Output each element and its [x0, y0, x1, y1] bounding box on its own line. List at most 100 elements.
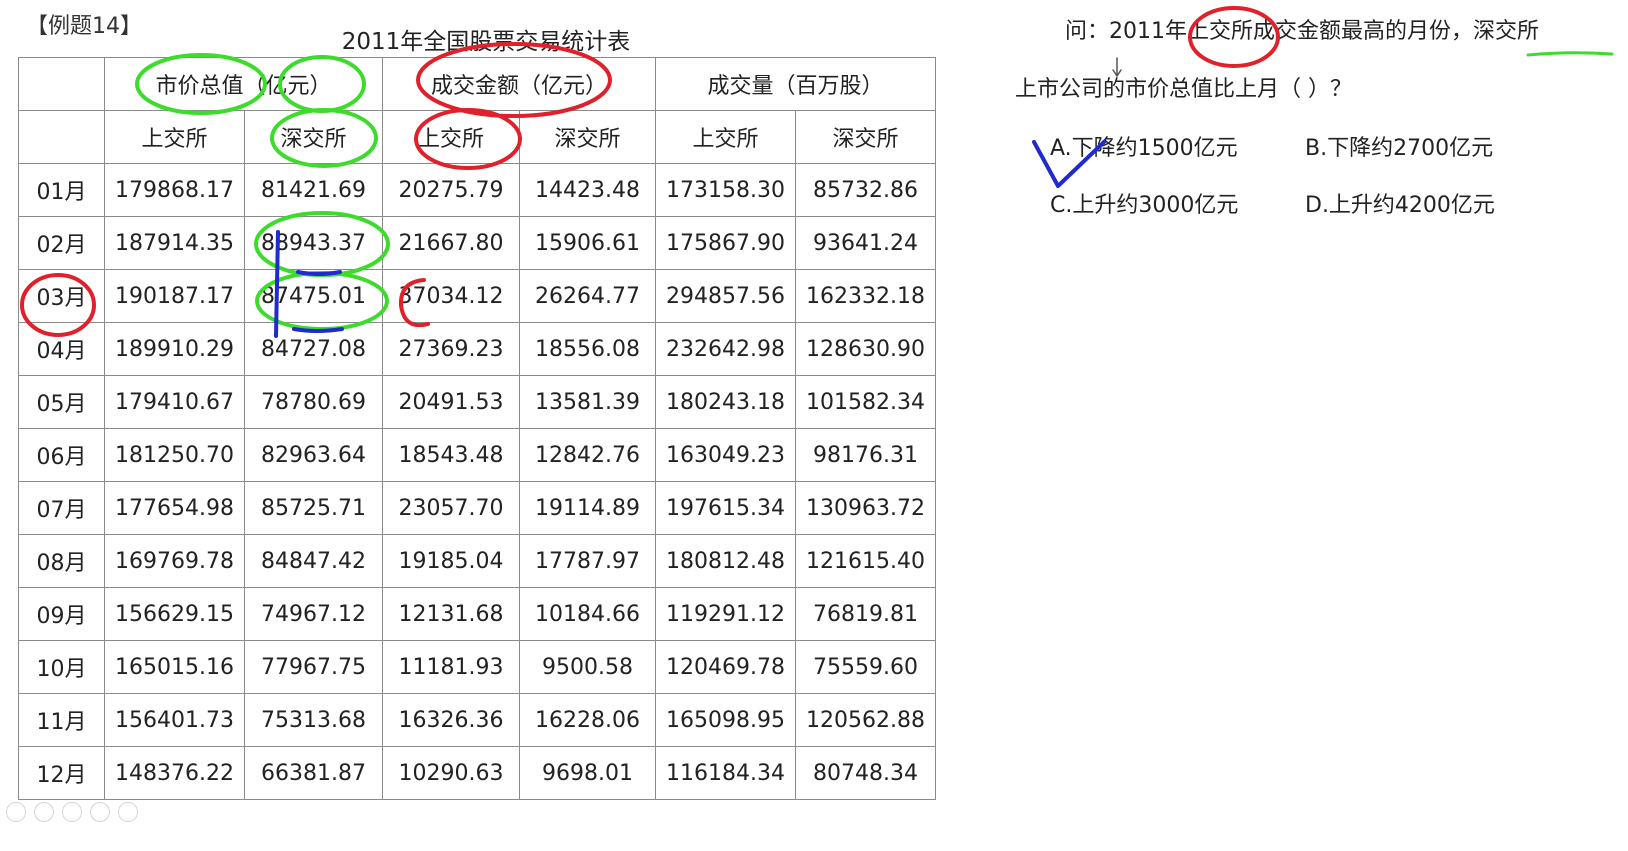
- header-corner-cell: [18, 110, 105, 164]
- table-row: 08月 169769.78 84847.42 19185.04 17787.97 1808…: [18, 534, 936, 588]
- month-cell: 11月: [18, 693, 105, 747]
- group-header-volume: 成交量（百万股）: [655, 57, 936, 111]
- sub-header-cell: 上交所: [382, 110, 520, 164]
- month-cell: 04月: [18, 322, 105, 376]
- zoom-icon[interactable]: [90, 802, 110, 822]
- table-cell: 77967.75: [244, 640, 383, 694]
- sub-header-cell: 深交所: [795, 110, 936, 164]
- table-cell: 179410.67: [104, 375, 245, 429]
- month-cell: 03月: [18, 269, 105, 323]
- table-cell: 84727.08: [244, 322, 383, 376]
- table-cell: 13581.39: [519, 375, 656, 429]
- pen-icon[interactable]: [34, 802, 54, 822]
- table-cell: 165015.16: [104, 640, 245, 694]
- table-cell: 82963.64: [244, 428, 383, 482]
- table-cell: 197615.34: [655, 481, 796, 535]
- table-cell: 10184.66: [519, 587, 656, 641]
- table-row: 03月 190187.17 87475.01 37034.12 26264.77 2948…: [18, 269, 936, 323]
- table-row: 05月 179410.67 78780.69 20491.53 13581.39 1802…: [18, 375, 936, 429]
- table-row: 12月 148376.22 66381.87 10290.63 9698.01 11618…: [18, 746, 936, 800]
- sub-header-cell: 深交所: [244, 110, 383, 164]
- month-cell: 09月: [18, 587, 105, 641]
- option-c[interactable]: C.上升约3000亿元: [1050, 191, 1238, 221]
- table-cell: 163049.23: [655, 428, 796, 482]
- table-group-header-row: 市价总值（亿元） 成交金额（亿元） 成交量（百万股）: [18, 57, 936, 111]
- option-d[interactable]: D.上升约4200亿元: [1305, 191, 1495, 221]
- table-cell: 11181.93: [382, 640, 520, 694]
- month-cell: 05月: [18, 375, 105, 429]
- table-cell: 81421.69: [244, 163, 383, 217]
- table-cell: 169769.78: [104, 534, 245, 588]
- table-cell: 294857.56: [655, 269, 796, 323]
- table-title: 2011年全国股票交易统计表: [341, 29, 631, 55]
- table-cell: 27369.23: [382, 322, 520, 376]
- table-row: 06月 181250.70 82963.64 18543.48 12842.76 1630…: [18, 428, 936, 482]
- table-cell: 189910.29: [104, 322, 245, 376]
- table-cell: 20491.53: [382, 375, 520, 429]
- table-cell: 175867.90: [655, 216, 796, 270]
- table-cell: 85725.71: [244, 481, 383, 535]
- table-cell: 120469.78: [655, 640, 796, 694]
- table-cell: 12842.76: [519, 428, 656, 482]
- table-cell: 15906.61: [519, 216, 656, 270]
- table-cell: 23057.70: [382, 481, 520, 535]
- table-cell: 116184.34: [655, 746, 796, 800]
- table-cell: 173158.30: [655, 163, 796, 217]
- sub-header-cell: 上交所: [655, 110, 796, 164]
- option-b[interactable]: B.下降约2700亿元: [1305, 134, 1493, 164]
- option-a[interactable]: A.下降约1500亿元: [1050, 134, 1238, 164]
- table-cell: 66381.87: [244, 746, 383, 800]
- more-icon[interactable]: [118, 802, 138, 822]
- month-cell: 12月: [18, 746, 105, 800]
- table-cell: 78780.69: [244, 375, 383, 429]
- table-cell: 20275.79: [382, 163, 520, 217]
- table-row: 04月 189910.29 84727.08 27369.23 18556.08 2326…: [18, 322, 936, 376]
- group-header-market-value: 市价总值（亿元）: [104, 57, 383, 111]
- table-cell: 101582.34: [795, 375, 936, 429]
- month-cell: 08月: [18, 534, 105, 588]
- table-cell: 16228.06: [519, 693, 656, 747]
- table-cell: 156401.73: [104, 693, 245, 747]
- table-cell: 190187.17: [104, 269, 245, 323]
- table-cell: 16326.36: [382, 693, 520, 747]
- table-cell: 162332.18: [795, 269, 936, 323]
- table-row: 10月 165015.16 77967.75 11181.93 9500.58 12046…: [18, 640, 936, 694]
- table-cell: 19114.89: [519, 481, 656, 535]
- table-cell: 93641.24: [795, 216, 936, 270]
- sub-header-cell: 上交所: [104, 110, 245, 164]
- table-cell: 75313.68: [244, 693, 383, 747]
- question-line-2: 上市公司的市价总值比上月（ ）？: [1015, 77, 1352, 102]
- table-cell: 181250.70: [104, 428, 245, 482]
- table-cell: 12131.68: [382, 587, 520, 641]
- table-cell: 10290.63: [382, 746, 520, 800]
- header-corner-cell: [18, 57, 105, 111]
- table-cell: 9698.01: [519, 746, 656, 800]
- stock-stats-table: 市价总值（亿元） 成交金额（亿元） 成交量（百万股） 上交所 深交所 上交所 深…: [18, 57, 936, 800]
- table-cell: 98176.31: [795, 428, 936, 482]
- table-row: 01月 179868.17 81421.69 20275.79 14423.48 1731…: [18, 163, 936, 217]
- table-row: 11月 156401.73 75313.68 16326.36 16228.06 1650…: [18, 693, 936, 747]
- table-cell: 75559.60: [795, 640, 936, 694]
- table-row: 09月 156629.15 74967.12 12131.68 10184.66 1192…: [18, 587, 936, 641]
- presentation-toolbar: [0, 802, 186, 824]
- grid-icon[interactable]: [62, 802, 82, 822]
- month-cell: 07月: [18, 481, 105, 535]
- sub-header-cell: 深交所: [519, 110, 656, 164]
- table-cell: 156629.15: [104, 587, 245, 641]
- table-cell: 9500.58: [519, 640, 656, 694]
- table-cell: 87475.01: [244, 269, 383, 323]
- table-cell: 179868.17: [104, 163, 245, 217]
- table-cell: 121615.40: [795, 534, 936, 588]
- table-cell: 80748.34: [795, 746, 936, 800]
- table-cell: 130963.72: [795, 481, 936, 535]
- table-cell: 37034.12: [382, 269, 520, 323]
- question-line-1: 问：2011年上交所成交金额最高的月份，深交所: [1065, 19, 1539, 44]
- table-cell: 165098.95: [655, 693, 796, 747]
- table-row: 02月 187914.35 88943.37 21667.80 15906.61 1758…: [18, 216, 936, 270]
- table-cell: 232642.98: [655, 322, 796, 376]
- table-cell: 85732.86: [795, 163, 936, 217]
- prev-icon[interactable]: [6, 802, 26, 822]
- table-cell: 26264.77: [519, 269, 656, 323]
- table-cell: 21667.80: [382, 216, 520, 270]
- table-cell: 17787.97: [519, 534, 656, 588]
